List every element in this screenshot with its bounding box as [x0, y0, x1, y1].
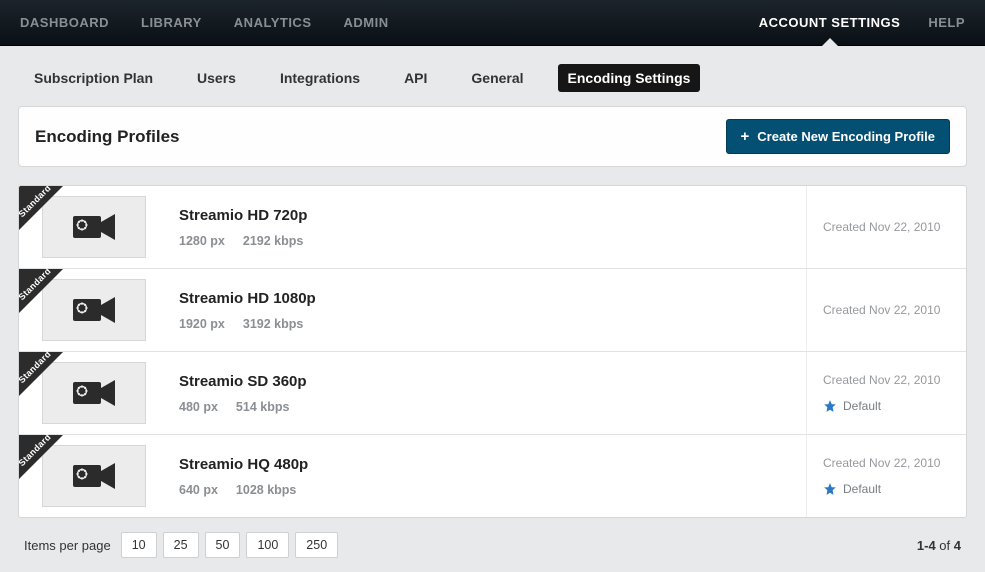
create-encoding-profile-button[interactable]: + Create New Encoding Profile [726, 119, 950, 154]
items-per-page-250[interactable]: 250 [295, 532, 338, 558]
profile-side: Created Nov 22, 2010 [806, 186, 966, 268]
tab-general[interactable]: General [461, 64, 533, 92]
section-header: Encoding Profiles + Create New Encoding … [18, 106, 967, 167]
profile-list: Standard Streamio HD 720p 1280 px 2192 k… [18, 185, 967, 518]
profile-row[interactable]: Standard Streamio HQ 480p 640 px 1028 kb… [19, 435, 966, 517]
profile-row[interactable]: Standard Streamio HD 720p 1280 px 2192 k… [19, 186, 966, 269]
video-camera-icon [71, 378, 117, 408]
tab-integrations[interactable]: Integrations [270, 64, 370, 92]
profile-info: Streamio HD 720p 1280 px 2192 kbps [169, 186, 806, 268]
profile-width: 640 px [179, 483, 218, 497]
items-per-page-100[interactable]: 100 [246, 532, 289, 558]
profile-name: Streamio HQ 480p [179, 456, 796, 473]
profile-side: Created Nov 22, 2010 [806, 269, 966, 351]
items-per-page-25[interactable]: 25 [163, 532, 199, 558]
profile-info: Streamio HQ 480p 640 px 1028 kbps [169, 435, 806, 517]
profile-name: Streamio SD 360p [179, 373, 796, 390]
star-icon [823, 399, 837, 413]
profile-side: Created Nov 22, 2010 Default [806, 352, 966, 434]
profile-name: Streamio HD 1080p [179, 290, 796, 307]
profile-created: Created Nov 22, 2010 [823, 456, 950, 470]
sub-nav: Subscription Plan Users Integrations API Gen… [0, 46, 985, 106]
default-badge: Default [823, 482, 950, 496]
profile-thumbnail: Standard [19, 269, 169, 351]
video-camera-icon [71, 295, 117, 325]
topnav-item-library[interactable]: LIBRARY [141, 15, 202, 30]
tab-api[interactable]: API [394, 64, 437, 92]
profile-info: Streamio HD 1080p 1920 px 3192 kbps [169, 269, 806, 351]
star-icon [823, 482, 837, 496]
video-camera-icon [71, 212, 117, 242]
profile-bitrate: 2192 kbps [243, 234, 303, 248]
profile-thumbnail: Standard [19, 352, 169, 434]
pagination-footer: Items per page 102550100250 1-4 of 4 [18, 518, 967, 572]
topnav-item-help[interactable]: HELP [928, 15, 965, 30]
profile-bitrate: 1028 kbps [236, 483, 296, 497]
profile-meta: 640 px 1028 kbps [179, 483, 796, 497]
items-per-page-50[interactable]: 50 [205, 532, 241, 558]
items-per-page-label: Items per page [24, 538, 111, 553]
top-nav: DASHBOARD LIBRARY ANALYTICS ADMIN ACCOUNT S… [0, 0, 985, 46]
create-button-label: Create New Encoding Profile [757, 129, 935, 144]
profile-width: 1920 px [179, 317, 225, 331]
tab-users[interactable]: Users [187, 64, 246, 92]
tab-subscription-plan[interactable]: Subscription Plan [24, 64, 163, 92]
plus-icon: + [741, 128, 750, 145]
profile-info: Streamio SD 360p 480 px 514 kbps [169, 352, 806, 434]
profile-created: Created Nov 22, 2010 [823, 220, 950, 234]
topnav-item-account-settings[interactable]: ACCOUNT SETTINGS [759, 15, 901, 30]
profile-created: Created Nov 22, 2010 [823, 303, 950, 317]
video-camera-icon [71, 461, 117, 491]
topnav-item-admin[interactable]: ADMIN [344, 15, 389, 30]
profile-bitrate: 3192 kbps [243, 317, 303, 331]
profile-row[interactable]: Standard Streamio SD 360p 480 px 514 kbp… [19, 352, 966, 435]
profile-bitrate: 514 kbps [236, 400, 290, 414]
default-badge: Default [823, 399, 950, 413]
topnav-item-analytics[interactable]: ANALYTICS [234, 15, 312, 30]
section-title: Encoding Profiles [35, 127, 180, 147]
profile-meta: 480 px 514 kbps [179, 400, 796, 414]
profile-row[interactable]: Standard Streamio HD 1080p 1920 px 3192 … [19, 269, 966, 352]
profile-meta: 1280 px 2192 kbps [179, 234, 796, 248]
profile-thumbnail: Standard [19, 186, 169, 268]
tab-encoding-settings[interactable]: Encoding Settings [558, 64, 701, 92]
profile-name: Streamio HD 720p [179, 207, 796, 224]
profile-width: 480 px [179, 400, 218, 414]
profile-side: Created Nov 22, 2010 Default [806, 435, 966, 517]
topnav-item-dashboard[interactable]: DASHBOARD [20, 15, 109, 30]
items-per-page-10[interactable]: 10 [121, 532, 157, 558]
profile-width: 1280 px [179, 234, 225, 248]
profile-created: Created Nov 22, 2010 [823, 373, 950, 387]
pagination-range: 1-4 of 4 [917, 538, 961, 553]
profile-thumbnail: Standard [19, 435, 169, 517]
profile-meta: 1920 px 3192 kbps [179, 317, 796, 331]
